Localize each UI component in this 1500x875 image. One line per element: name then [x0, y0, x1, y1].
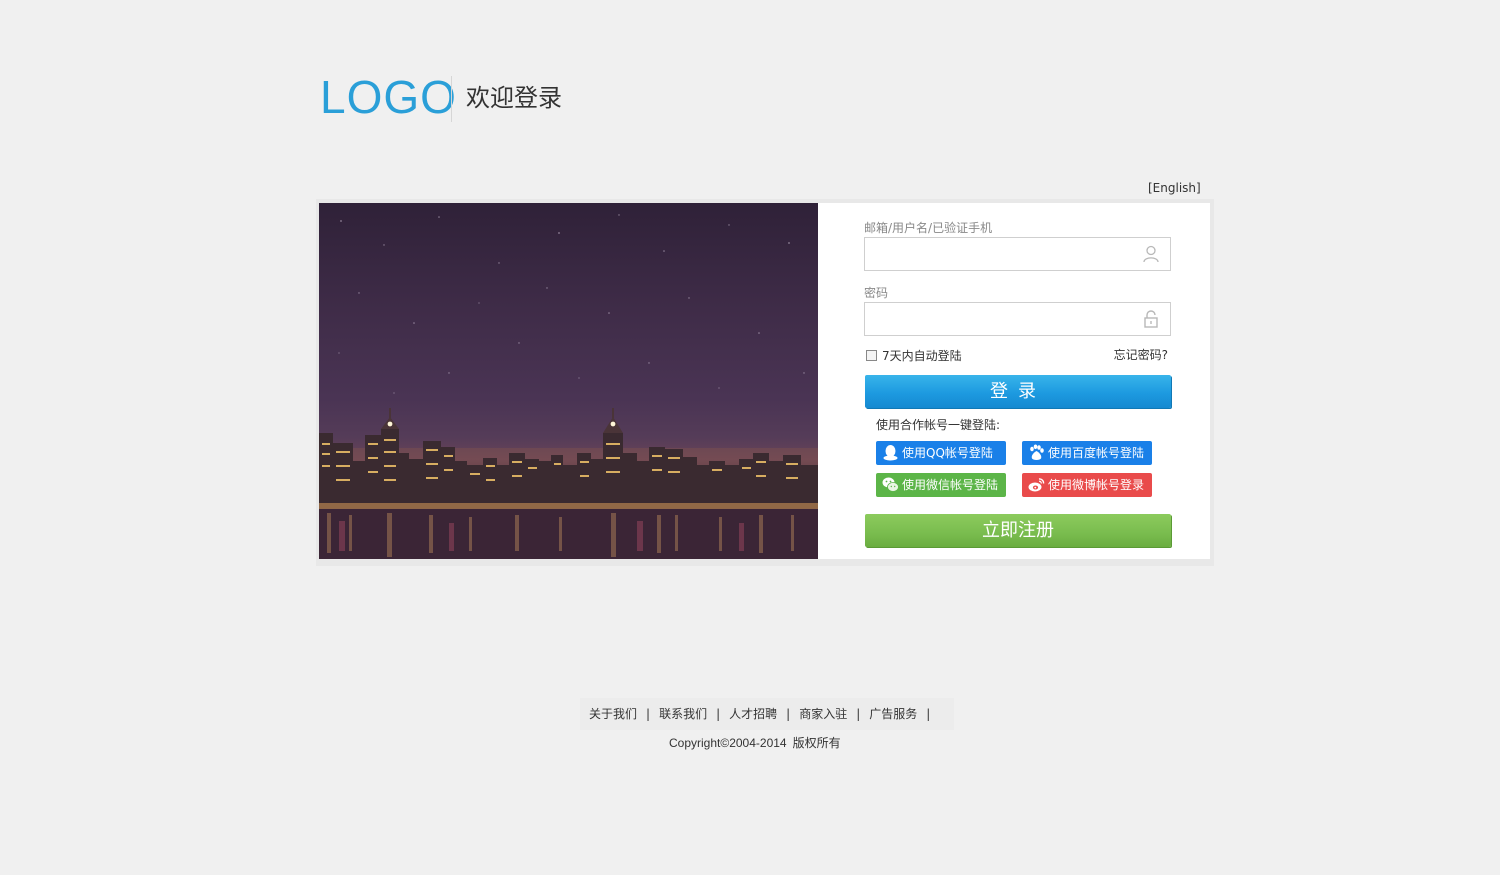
login-panel-inner: 邮箱/用户名/已验证手机 密码 7天内自动登陆 忘记密码? 登录 使用合作帐号一…: [319, 203, 1210, 559]
baidu-icon: [1030, 444, 1044, 460]
footer-link-advertising[interactable]: 广告服务: [869, 707, 917, 721]
footer-link-careers[interactable]: 人才招聘: [729, 707, 777, 721]
username-label: 邮箱/用户名/已验证手机: [864, 221, 993, 235]
footer-separator: |: [646, 707, 651, 721]
username-input[interactable]: [873, 239, 1137, 271]
password-field-box: [864, 302, 1171, 336]
copyright: Copyright©2004-2014 版权所有: [669, 734, 841, 751]
logo[interactable]: LOGO: [320, 72, 457, 122]
footer-link-merchants[interactable]: 商家入驻: [799, 707, 847, 721]
qq-login-label: 使用QQ帐号登陆: [902, 446, 993, 460]
user-icon: [1143, 245, 1159, 263]
wechat-icon: [882, 477, 899, 492]
qq-icon: [883, 445, 898, 461]
baidu-login-label: 使用百度帐号登陆: [1048, 446, 1145, 460]
lock-icon: [1144, 310, 1158, 328]
footer-link-about[interactable]: 关于我们: [589, 707, 637, 721]
wechat-login-label: 使用微信帐号登陆: [902, 478, 999, 492]
weibo-icon: [1028, 478, 1045, 492]
password-input[interactable]: [873, 304, 1137, 336]
copyright-text: Copyright©2004-2014: [669, 736, 787, 750]
forgot-password-link[interactable]: 忘记密码?: [1114, 346, 1168, 363]
remember-me-checkbox[interactable]: [866, 350, 877, 361]
footer-links: 关于我们 | 联系我们 | 人才招聘 | 商家入驻 | 广告服务 |: [589, 705, 939, 722]
weibo-login-label: 使用微博帐号登录: [1048, 478, 1145, 492]
footer-separator: |: [856, 707, 861, 721]
english-language-link[interactable]: [English]: [1148, 180, 1201, 196]
rights-text: 版权所有: [792, 736, 841, 750]
header-divider: [451, 76, 452, 122]
footer-links-bar: 关于我们 | 联系我们 | 人才招聘 | 商家入驻 | 广告服务 |: [580, 698, 954, 730]
footer-separator: |: [786, 707, 791, 721]
login-button[interactable]: 登录: [865, 375, 1171, 408]
username-field-box: [864, 237, 1171, 271]
footer-link-contact[interactable]: 联系我们: [659, 707, 707, 721]
city-night-banner-image: [319, 203, 818, 559]
footer-separator: |: [716, 707, 721, 721]
page-title: 欢迎登录: [466, 84, 562, 112]
wechat-login-button[interactable]: 使用微信帐号登陆: [876, 473, 1006, 497]
footer-separator: |: [926, 707, 931, 721]
remember-me-label[interactable]: 7天内自动登陆: [882, 347, 962, 364]
baidu-login-button[interactable]: 使用百度帐号登陆: [1022, 441, 1152, 465]
remember-me-row: 7天内自动登陆: [866, 347, 962, 364]
qq-login-button[interactable]: 使用QQ帐号登陆: [876, 441, 1006, 465]
weibo-login-button[interactable]: 使用微博帐号登录: [1022, 473, 1152, 497]
partner-login-title: 使用合作帐号一键登陆:: [876, 418, 1001, 432]
login-panel: 邮箱/用户名/已验证手机 密码 7天内自动登陆 忘记密码? 登录 使用合作帐号一…: [316, 199, 1214, 566]
password-label: 密码: [864, 286, 889, 300]
register-button[interactable]: 立即注册: [865, 514, 1171, 547]
